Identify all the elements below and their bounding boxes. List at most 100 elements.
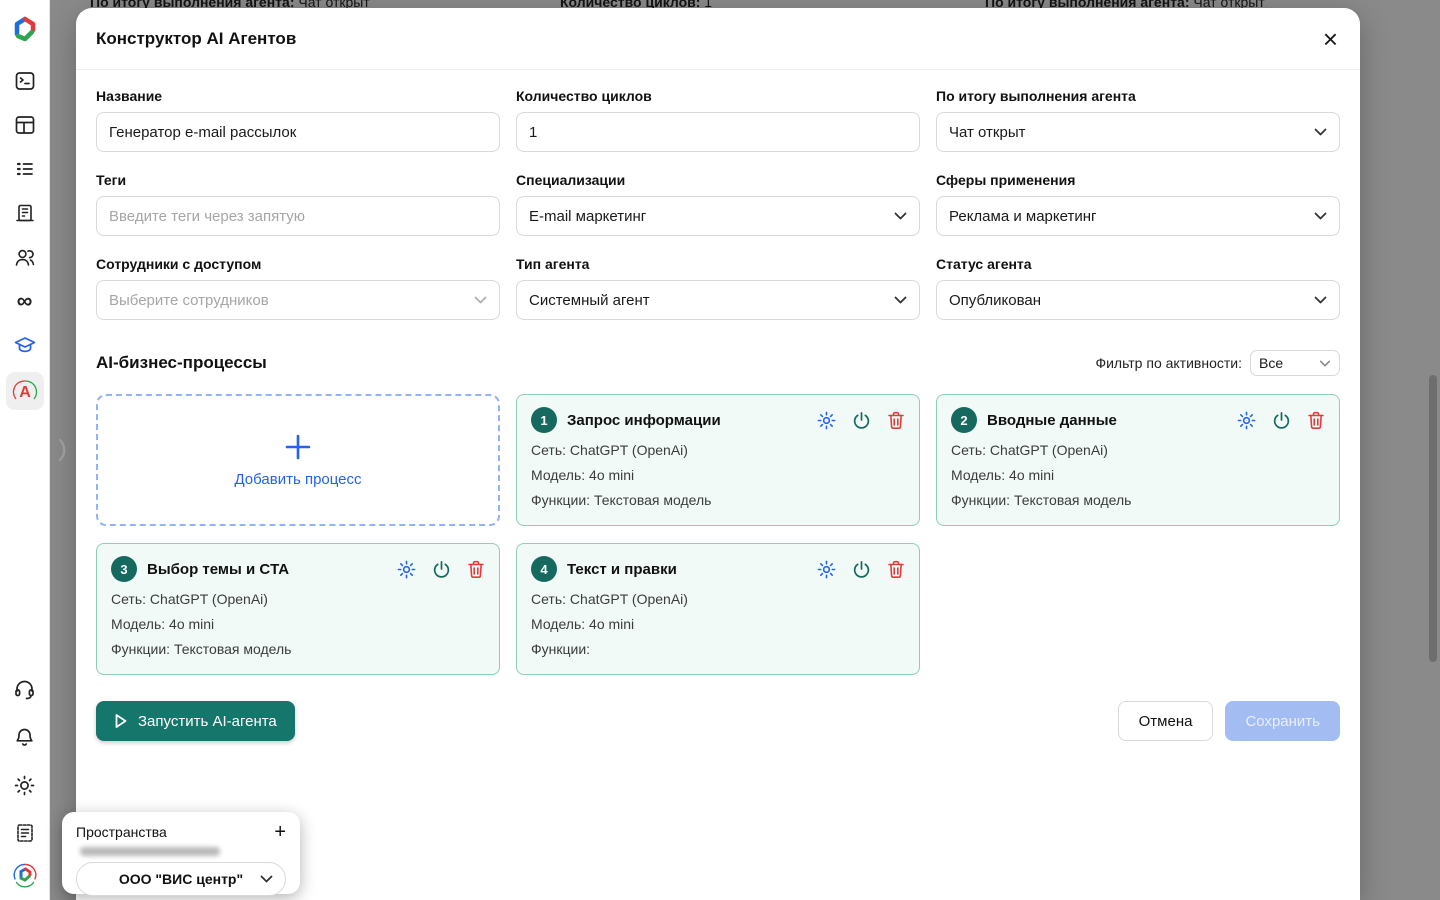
chevron-down-icon (474, 296, 487, 304)
process-model: Модель: 4o mini (531, 467, 905, 483)
chevron-down-icon (1314, 128, 1327, 136)
power-toggle-icon[interactable] (432, 560, 451, 579)
plus-icon (284, 433, 312, 461)
process-title: Запрос информации (567, 412, 809, 429)
notes-document-icon[interactable] (6, 814, 44, 852)
process-card-3: 3 Выбор темы и CTA Сеть: ChatGPT (OpenAi… (96, 543, 500, 675)
process-model: Модель: 4o mini (531, 616, 905, 632)
infinity-icon[interactable]: ∞ (6, 282, 44, 320)
task-list-icon[interactable] (6, 150, 44, 188)
field-agent-status: Статус агента Опубликован (936, 256, 1340, 320)
spaces-title: Пространства (76, 824, 167, 840)
chevron-down-icon (1314, 212, 1327, 220)
field-label: Сферы применения (936, 172, 1340, 188)
activity-filter: Фильтр по активности: Все (1095, 350, 1340, 376)
chevron-down-icon (894, 296, 907, 304)
process-net: Сеть: ChatGPT (OpenAi) (531, 591, 905, 607)
spaces-panel: Пространства + ООО "ВИС центр" (62, 812, 300, 894)
delete-trash-icon[interactable] (887, 560, 905, 579)
theme-sun-icon[interactable] (6, 766, 44, 804)
settings-gear-icon[interactable] (817, 411, 836, 430)
specializations-select[interactable]: E-mail маркетинг (516, 196, 920, 236)
play-icon (114, 713, 128, 729)
name-input[interactable] (96, 112, 500, 152)
process-number-badge: 1 (531, 407, 557, 433)
cycles-input[interactable] (516, 112, 920, 152)
process-model: Модель: 4o mini (111, 616, 485, 632)
process-cards-grid: Добавить процесс 1 Запрос информации Сет… (96, 394, 1340, 675)
modal-title: Конструктор AI Агентов (96, 29, 296, 49)
process-model: Модель: 4o mini (951, 467, 1325, 483)
process-functions: Функции: Текстовая модель (111, 641, 485, 657)
field-label: Название (96, 88, 500, 104)
process-number-badge: 2 (951, 407, 977, 433)
process-title: Выбор темы и CTA (147, 561, 389, 578)
agent-form: Название Количество циклов По итогу выпо… (96, 88, 1340, 320)
process-net: Сеть: ChatGPT (OpenAi) (951, 442, 1325, 458)
process-net: Сеть: ChatGPT (OpenAi) (531, 442, 905, 458)
agent-result-select[interactable]: Чат открыт (936, 112, 1340, 152)
page-scrollbar-thumb[interactable] (1429, 375, 1437, 662)
terminal-icon[interactable] (6, 62, 44, 100)
delete-trash-icon[interactable] (467, 560, 485, 579)
delete-trash-icon[interactable] (887, 411, 905, 430)
sidebar-expand-handle[interactable] (57, 437, 71, 463)
tags-input[interactable] (96, 196, 500, 236)
add-process-button[interactable]: Добавить процесс (96, 394, 500, 526)
process-number-badge: 4 (531, 556, 557, 582)
svg-text:A: A (19, 384, 31, 401)
field-label: По итогу выполнения агента (936, 88, 1340, 104)
graduation-cap-icon[interactable] (6, 326, 44, 364)
settings-gear-icon[interactable] (1237, 411, 1256, 430)
power-toggle-icon[interactable] (852, 411, 871, 430)
chevron-down-icon (260, 875, 273, 883)
table-layout-icon[interactable] (6, 106, 44, 144)
field-specializations: Специализации E-mail маркетинг (516, 172, 920, 236)
process-title: Текст и правки (567, 561, 809, 578)
notifications-bell-icon[interactable] (6, 718, 44, 756)
field-agent-result: По итогу выполнения агента Чат открыт (936, 88, 1340, 152)
chevron-down-icon (1319, 360, 1331, 367)
chevron-down-icon (894, 212, 907, 220)
modal-header: Конструктор AI Агентов × (76, 8, 1360, 70)
field-label: Тип агента (516, 256, 920, 272)
blurred-user-email (80, 847, 220, 856)
office-building-icon[interactable] (6, 194, 44, 232)
process-net: Сеть: ChatGPT (OpenAi) (111, 591, 485, 607)
process-card-2: 2 Вводные данные Сеть: ChatGPT (OpenAi) … (936, 394, 1340, 526)
processes-section-title: AI-бизнес-процессы (96, 353, 267, 373)
process-functions: Функции: Текстовая модель (531, 492, 905, 508)
ai-agents-icon[interactable]: A (6, 372, 44, 410)
field-label: Сотрудники с доступом (96, 256, 500, 272)
process-card-1: 1 Запрос информации Сеть: ChatGPT (OpenA… (516, 394, 920, 526)
process-functions: Функции: (531, 641, 905, 657)
settings-gear-icon[interactable] (817, 560, 836, 579)
cancel-button[interactable]: Отмена (1118, 701, 1214, 741)
power-toggle-icon[interactable] (1272, 411, 1291, 430)
agent-type-select[interactable]: Системный агент (516, 280, 920, 320)
add-space-button[interactable]: + (274, 822, 286, 842)
field-name: Название (96, 88, 500, 152)
save-button[interactable]: Сохранить (1225, 701, 1340, 741)
app-logo-icon[interactable] (6, 10, 44, 48)
field-label: Статус агента (936, 256, 1340, 272)
organization-select[interactable]: ООО "ВИС центр" (76, 862, 286, 896)
power-toggle-icon[interactable] (852, 560, 871, 579)
activity-filter-select[interactable]: Все (1250, 350, 1340, 376)
application-areas-select[interactable]: Реклама и маркетинг (936, 196, 1340, 236)
settings-gear-icon[interactable] (397, 560, 416, 579)
add-process-label: Добавить процесс (234, 471, 361, 488)
process-card-4: 4 Текст и правки Сеть: ChatGPT (OpenAi) … (516, 543, 920, 675)
headset-support-icon[interactable] (6, 670, 44, 708)
close-icon[interactable]: × (1323, 26, 1338, 52)
field-label: Количество циклов (516, 88, 920, 104)
process-number-badge: 3 (111, 556, 137, 582)
field-application-areas: Сферы применения Реклама и маркетинг (936, 172, 1340, 236)
run-agent-button[interactable]: Запустить AI-агента (96, 701, 295, 741)
ai-agent-constructor-modal: Конструктор AI Агентов × Название Количе… (76, 8, 1360, 900)
agent-status-select[interactable]: Опубликован (936, 280, 1340, 320)
delete-trash-icon[interactable] (1307, 411, 1325, 430)
field-agent-type: Тип агента Системный агент (516, 256, 920, 320)
people-icon[interactable] (6, 238, 44, 276)
employees-select[interactable]: Выберите сотрудников (96, 280, 500, 320)
